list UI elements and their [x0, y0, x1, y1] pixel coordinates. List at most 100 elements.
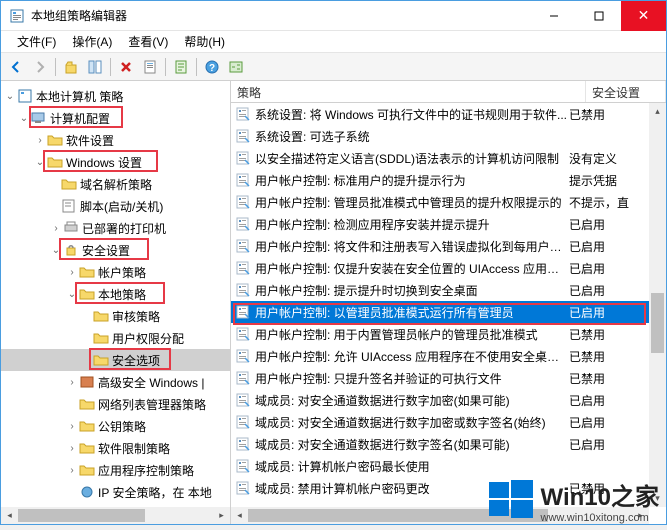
- list-h-scrollbar[interactable]: ◂ ▸: [231, 507, 649, 524]
- tree-label: 软件设置: [66, 132, 114, 149]
- show-hide-tree-button[interactable]: [84, 56, 106, 78]
- policy-value: 已启用: [569, 282, 649, 299]
- policy-name: 用户帐户控制: 以管理员批准模式运行所有管理员: [255, 304, 569, 321]
- tree-user-rights[interactable]: 用户权限分配: [1, 327, 230, 349]
- tree-windows-settings[interactable]: ⌄ Windows 设置: [1, 151, 230, 173]
- tree-deployed-printers[interactable]: › 已部署的打印机: [1, 217, 230, 239]
- policy-name: 用户帐户控制: 用于内置管理员帐户的管理员批准模式: [255, 326, 569, 343]
- expand-icon[interactable]: ›: [65, 443, 79, 454]
- scroll-left-icon[interactable]: ◂: [231, 507, 248, 524]
- policy-row[interactable]: 用户帐户控制: 管理员批准模式中管理员的提升权限提示的不提示，直: [231, 191, 649, 213]
- minimize-button[interactable]: [531, 1, 576, 31]
- expand-icon[interactable]: ⌄: [49, 245, 63, 256]
- expand-icon[interactable]: ›: [33, 135, 47, 146]
- policy-value: 已启用: [569, 238, 649, 255]
- policy-row[interactable]: 域成员: 对安全通道数据进行数字加密(如果可能)已启用: [231, 389, 649, 411]
- policy-row[interactable]: 用户帐户控制: 允许 UIAccess 应用程序在不使用安全桌面...已禁用: [231, 345, 649, 367]
- window-title: 本地组策略编辑器: [31, 7, 531, 24]
- tree-software-restrict[interactable]: › 软件限制策略: [1, 437, 230, 459]
- column-security-setting[interactable]: 安全设置: [586, 81, 666, 102]
- tree-app-control[interactable]: › 应用程序控制策略: [1, 459, 230, 481]
- up-button[interactable]: [60, 56, 82, 78]
- tree-scripts[interactable]: 脚本(启动/关机): [1, 195, 230, 217]
- refresh-button[interactable]: [170, 56, 192, 78]
- tree-label: IP 安全策略，在 本地: [98, 484, 212, 501]
- tree-root[interactable]: ⌄ 本地计算机 策略: [1, 85, 230, 107]
- policy-row[interactable]: 用户帐户控制: 将文件和注册表写入错误虚拟化到每用户位置已启用: [231, 235, 649, 257]
- policy-value: 已启用: [569, 392, 649, 409]
- tree-label: 本地策略: [98, 286, 146, 303]
- policy-row[interactable]: 域成员: 对安全通道数据进行数字加密或数字签名(始终)已启用: [231, 411, 649, 433]
- policy-row[interactable]: 系统设置: 可选子系统: [231, 125, 649, 147]
- policy-row[interactable]: 用户帐户控制: 标准用户的提升提示行为提示凭据: [231, 169, 649, 191]
- expand-icon[interactable]: ›: [49, 223, 63, 234]
- expand-icon[interactable]: ⌄: [33, 157, 47, 168]
- forward-button[interactable]: [29, 56, 51, 78]
- tree-h-scrollbar[interactable]: ◂ ▸: [1, 507, 230, 524]
- ip-icon: [79, 485, 95, 499]
- policy-row[interactable]: 用户帐户控制: 只提升签名并验证的可执行文件已禁用: [231, 367, 649, 389]
- policy-row[interactable]: 系统设置: 将 Windows 可执行文件中的证书规则用于软件...已禁用: [231, 103, 649, 125]
- folder-lock-icon: [79, 265, 95, 279]
- delete-button[interactable]: [115, 56, 137, 78]
- tree-label: 域名解析策略: [80, 176, 152, 193]
- policy-icon: [235, 326, 251, 342]
- scroll-up-icon[interactable]: ▴: [649, 103, 666, 120]
- policy-row[interactable]: 域成员: 对安全通道数据进行数字签名(如果可能)已启用: [231, 433, 649, 455]
- tree-audit-policy[interactable]: 审核策略: [1, 305, 230, 327]
- tree-label: 用户权限分配: [112, 330, 184, 347]
- tree-adv-windows[interactable]: › 高级安全 Windows |: [1, 371, 230, 393]
- policy-row[interactable]: 域成员: 禁用计算机帐户密码更改已禁用: [231, 477, 649, 499]
- properties-button[interactable]: [139, 56, 161, 78]
- tree-label: 应用程序控制策略: [98, 462, 194, 479]
- tree-label: 帐户策略: [98, 264, 146, 281]
- policy-value: 已启用: [569, 260, 649, 277]
- column-policy[interactable]: 策略: [231, 81, 586, 102]
- tree-security-settings[interactable]: ⌄ 安全设置: [1, 239, 230, 261]
- back-button[interactable]: [5, 56, 27, 78]
- expand-icon[interactable]: ›: [65, 421, 79, 432]
- scroll-right-icon[interactable]: ▸: [632, 507, 649, 524]
- tree-security-options[interactable]: 安全选项: [1, 349, 230, 371]
- expand-icon[interactable]: ›: [65, 377, 79, 388]
- titlebar: 本地组策略编辑器 ✕: [1, 1, 666, 31]
- policy-row[interactable]: 域成员: 计算机帐户密码最长使用: [231, 455, 649, 477]
- menu-file[interactable]: 文件(F): [9, 31, 64, 52]
- tree-computer-config[interactable]: ⌄ 计算机配置: [1, 107, 230, 129]
- tree-net-list[interactable]: 网络列表管理器策略: [1, 393, 230, 415]
- scroll-down-icon[interactable]: ▾: [649, 490, 666, 507]
- policy-row[interactable]: 用户帐户控制: 用于内置管理员帐户的管理员批准模式已禁用: [231, 323, 649, 345]
- close-button[interactable]: ✕: [621, 1, 666, 31]
- expand-icon[interactable]: ›: [65, 267, 79, 278]
- policy-row[interactable]: 用户帐户控制: 提示提升时切换到安全桌面已启用: [231, 279, 649, 301]
- filter-button[interactable]: [225, 56, 247, 78]
- tree-public-key[interactable]: › 公钥策略: [1, 415, 230, 437]
- expand-icon[interactable]: ›: [65, 465, 79, 476]
- menu-view[interactable]: 查看(V): [120, 31, 176, 52]
- expand-icon[interactable]: ⌄: [17, 113, 31, 124]
- list-v-scrollbar[interactable]: ▴ ▾: [649, 103, 666, 507]
- policy-name: 域成员: 对安全通道数据进行数字签名(如果可能): [255, 436, 569, 453]
- policy-row[interactable]: 用户帐户控制: 以管理员批准模式运行所有管理员已启用: [231, 301, 649, 323]
- expand-icon[interactable]: ⌄: [65, 289, 79, 300]
- scroll-right-icon[interactable]: ▸: [213, 507, 230, 524]
- tree-ip-security[interactable]: IP 安全策略，在 本地: [1, 481, 230, 503]
- maximize-button[interactable]: [576, 1, 621, 31]
- tree-label: 公钥策略: [98, 418, 146, 435]
- tree-local-policies[interactable]: ⌄ 本地策略: [1, 283, 230, 305]
- policy-name: 用户帐户控制: 检测应用程序安装并提示提升: [255, 216, 569, 233]
- tree-account-policies[interactable]: › 帐户策略: [1, 261, 230, 283]
- menu-action[interactable]: 操作(A): [64, 31, 120, 52]
- scroll-left-icon[interactable]: ◂: [1, 507, 18, 524]
- help-button[interactable]: ?: [201, 56, 223, 78]
- policy-icon: [235, 392, 251, 408]
- policy-row[interactable]: 用户帐户控制: 检测应用程序安装并提示提升已启用: [231, 213, 649, 235]
- policy-row[interactable]: 用户帐户控制: 仅提升安装在安全位置的 UIAccess 应用程序已启用: [231, 257, 649, 279]
- menu-help[interactable]: 帮助(H): [176, 31, 233, 52]
- tree-software-settings[interactable]: › 软件设置: [1, 129, 230, 151]
- tree-dns-policy[interactable]: 域名解析策略: [1, 173, 230, 195]
- expand-icon[interactable]: ⌄: [3, 91, 17, 102]
- policy-list: 系统设置: 将 Windows 可执行文件中的证书规则用于软件...已禁用系统设…: [231, 103, 666, 507]
- window-controls: ✕: [531, 1, 666, 31]
- policy-row[interactable]: 以安全描述符定义语言(SDDL)语法表示的计算机访问限制没有定义: [231, 147, 649, 169]
